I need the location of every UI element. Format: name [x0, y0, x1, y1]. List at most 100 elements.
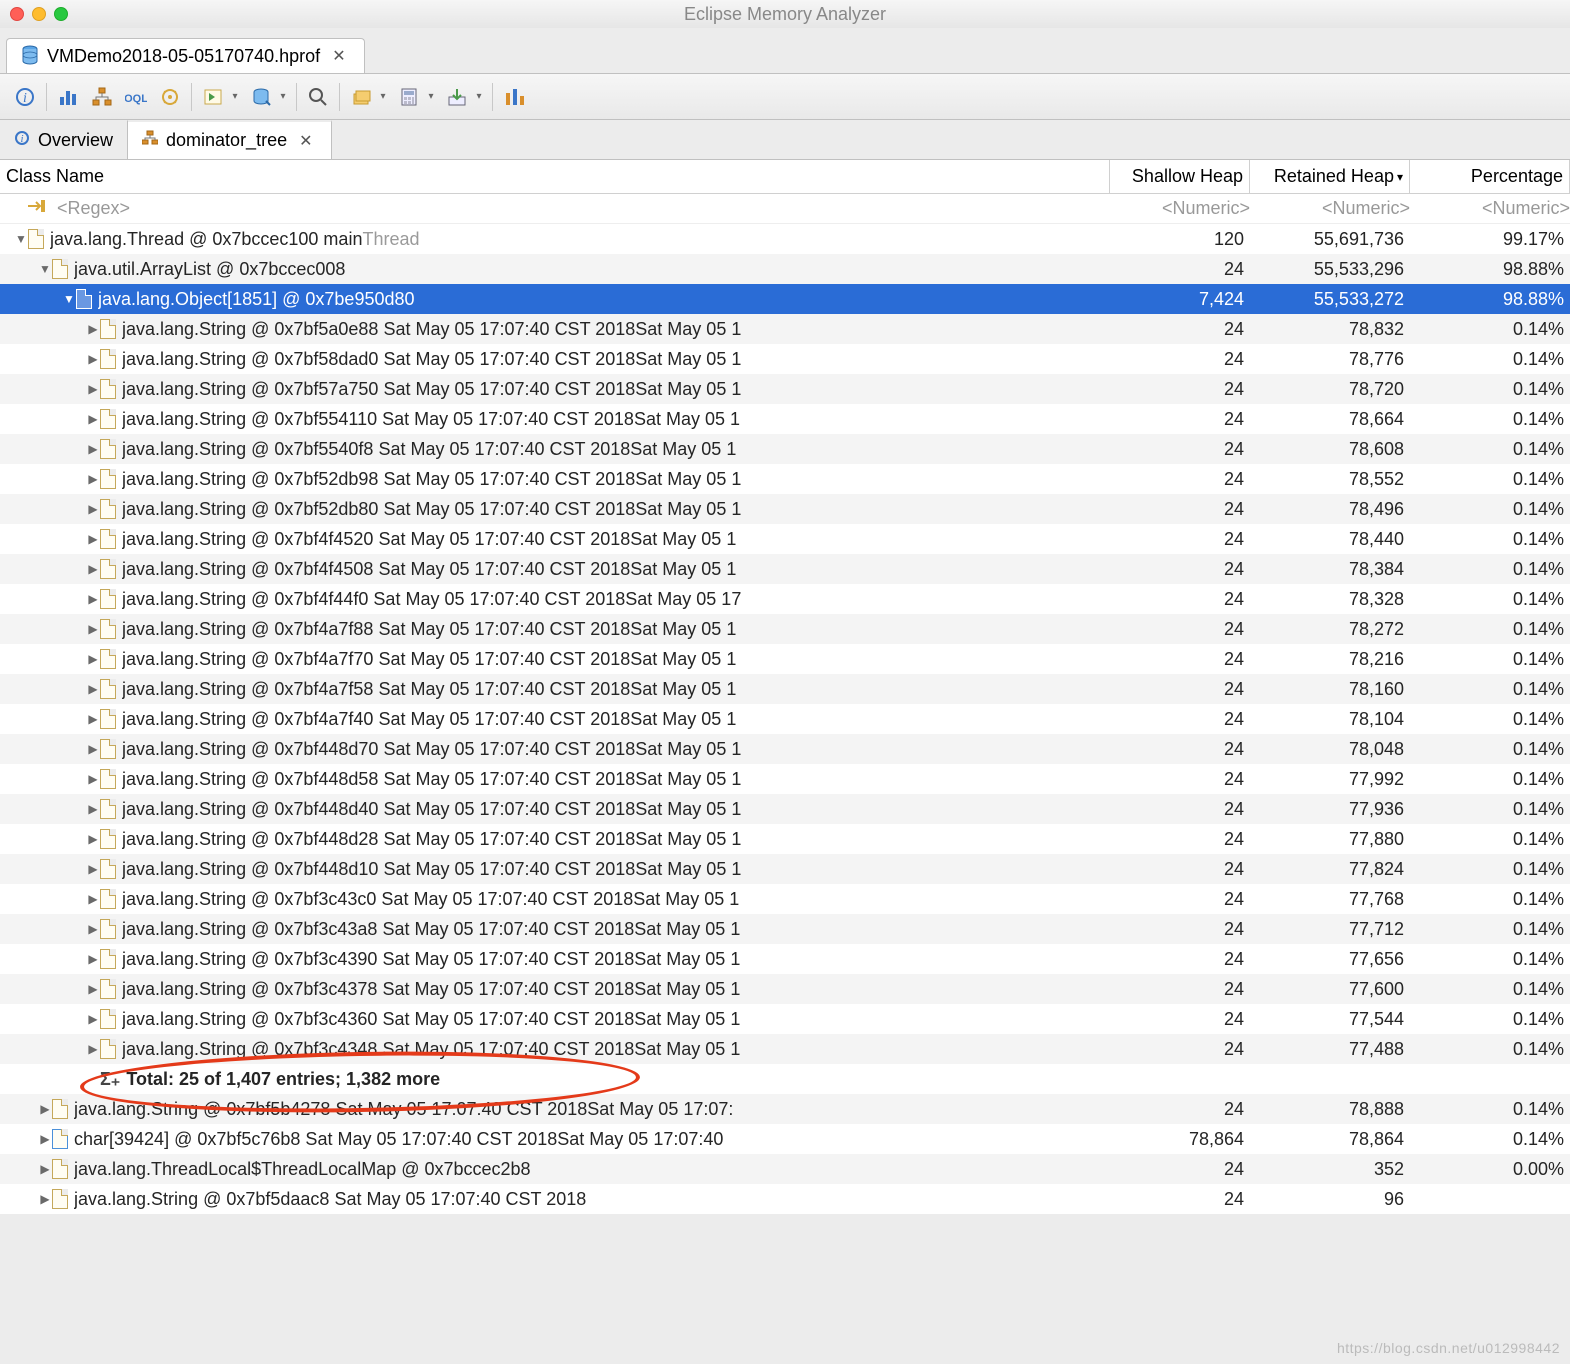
disclosure-icon[interactable]: ▶ [86, 652, 100, 666]
table-row[interactable]: ▼java.util.ArrayList @ 0x7bccec0082455,5… [0, 254, 1570, 284]
compare-icon[interactable] [497, 80, 531, 114]
table-row[interactable]: ▶java.lang.String @ 0x7bf448d58 Sat May … [0, 764, 1570, 794]
table-row[interactable]: ▶java.lang.String @ 0x7bf554110 Sat May … [0, 404, 1570, 434]
disclosure-icon[interactable]: ▶ [86, 382, 100, 396]
search-icon[interactable] [301, 80, 335, 114]
close-tab-icon[interactable]: ✕ [328, 46, 349, 66]
percent-cell: 98.88% [1410, 289, 1570, 310]
table-row[interactable]: ▶java.lang.String @ 0x7bf3c43a8 Sat May … [0, 914, 1570, 944]
disclosure-icon[interactable]: ▶ [86, 1012, 100, 1026]
table-row[interactable]: ▶java.lang.String @ 0x7bf5daac8 Sat May … [0, 1184, 1570, 1214]
disclosure-icon[interactable]: ▼ [14, 232, 28, 246]
thread-icon[interactable] [153, 80, 187, 114]
run-report-icon[interactable] [196, 80, 230, 114]
disclosure-icon[interactable]: ▶ [86, 802, 100, 816]
file-tab-hprof[interactable]: VMDemo2018-05-05170740.hprof ✕ [6, 38, 365, 73]
table-row[interactable]: ▼java.lang.Thread @ 0x7bccec100 main Thr… [0, 224, 1570, 254]
table-row[interactable]: ▶java.lang.String @ 0x7bf5b4278 Sat May … [0, 1094, 1570, 1124]
disclosure-icon[interactable]: ▶ [38, 1162, 52, 1176]
histogram-icon[interactable] [51, 80, 85, 114]
disclosure-icon[interactable]: ▶ [86, 922, 100, 936]
table-row[interactable]: ▶java.lang.String @ 0x7bf4f4520 Sat May … [0, 524, 1570, 554]
table-row[interactable]: ▶java.lang.String @ 0x7bf4a7f40 Sat May … [0, 704, 1570, 734]
disclosure-icon[interactable]: ▶ [86, 472, 100, 486]
disclosure-icon[interactable]: ▼ [62, 292, 76, 306]
folder-stack-icon[interactable] [344, 80, 378, 114]
run-report-dropdown[interactable]: ▾ [230, 91, 240, 102]
col-shallow-heap[interactable]: Shallow Heap [1110, 160, 1250, 193]
disclosure-icon[interactable]: ▶ [86, 622, 100, 636]
export-icon[interactable] [440, 80, 474, 114]
col-retained-heap[interactable]: Retained Heap▾ [1250, 160, 1410, 193]
table-row[interactable]: ▶java.lang.String @ 0x7bf4a7f58 Sat May … [0, 674, 1570, 704]
table-row[interactable]: ▶java.lang.String @ 0x7bf3c4348 Sat May … [0, 1034, 1570, 1064]
table-row[interactable]: ▶java.lang.String @ 0x7bf4a7f88 Sat May … [0, 614, 1570, 644]
retained-cell: 78,720 [1250, 379, 1410, 400]
disclosure-icon[interactable]: ▶ [86, 502, 100, 516]
disclosure-icon[interactable]: ▼ [38, 262, 52, 276]
calc-dropdown[interactable]: ▾ [426, 91, 436, 102]
disclosure-icon[interactable]: ▶ [38, 1192, 52, 1206]
tab-overview[interactable]: i Overview [0, 120, 128, 159]
table-row[interactable]: ▶java.lang.String @ 0x7bf3c4378 Sat May … [0, 974, 1570, 1004]
disclosure-icon[interactable]: ▶ [86, 352, 100, 366]
retained-cell: 77,880 [1250, 829, 1410, 850]
filter-row[interactable]: <Regex> <Numeric> <Numeric> <Numeric> [0, 194, 1570, 224]
table-row[interactable]: ▶java.lang.String @ 0x7bf3c4390 Sat May … [0, 944, 1570, 974]
table-row[interactable]: ▶java.lang.String @ 0x7bf57a750 Sat May … [0, 374, 1570, 404]
disclosure-icon[interactable]: ▶ [86, 772, 100, 786]
table-row[interactable]: ▼java.lang.Object[1851] @ 0x7be950d807,4… [0, 284, 1570, 314]
disclosure-icon[interactable]: ▶ [86, 532, 100, 546]
disclosure-icon[interactable]: ▶ [86, 952, 100, 966]
disclosure-icon[interactable]: ▶ [38, 1132, 52, 1146]
col-class-name[interactable]: Class Name [0, 160, 1110, 193]
table-row[interactable]: ▶java.lang.String @ 0x7bf5a0e88 Sat May … [0, 314, 1570, 344]
disclosure-icon[interactable]: ▶ [86, 982, 100, 996]
disclosure-icon[interactable]: ▶ [86, 592, 100, 606]
tab-dominator-tree[interactable]: dominator_tree ✕ [128, 120, 331, 159]
table-row[interactable]: ▶java.lang.String @ 0x7bf52db98 Sat May … [0, 464, 1570, 494]
table-row[interactable]: ▶java.lang.ThreadLocal$ThreadLocalMap @ … [0, 1154, 1570, 1184]
table-row[interactable]: ▶java.lang.String @ 0x7bf3c4360 Sat May … [0, 1004, 1570, 1034]
table-row[interactable]: ▶ java.lang.String @ 0x7bf3c43c0 Sat May … [0, 884, 1570, 914]
table-row[interactable]: ▶java.lang.String @ 0x7bf4a7f70 Sat May … [0, 644, 1570, 674]
table-row[interactable]: ▶java.lang.String @ 0x7bf5540f8 Sat May … [0, 434, 1570, 464]
minimize-window-button[interactable] [32, 7, 46, 21]
close-tab-icon[interactable]: ✕ [295, 131, 316, 151]
table-row[interactable]: ▶java.lang.String @ 0x7bf4f4508 Sat May … [0, 554, 1570, 584]
disclosure-icon[interactable]: ▶ [86, 712, 100, 726]
disclosure-icon[interactable]: ▶ [86, 832, 100, 846]
total-row[interactable]: Σ₊Total: 25 of 1,407 entries; 1,382 more [0, 1064, 1570, 1094]
table-row[interactable]: ▶java.lang.String @ 0x7bf448d70 Sat May … [0, 734, 1570, 764]
disclosure-icon[interactable]: ▶ [86, 412, 100, 426]
query-db-icon[interactable] [244, 80, 278, 114]
table-row[interactable]: ▶java.lang.String @ 0x7bf4f44f0 Sat May … [0, 584, 1570, 614]
table-row[interactable]: ▶java.lang.String @ 0x7bf448d40 Sat May … [0, 794, 1570, 824]
folder-dropdown[interactable]: ▾ [378, 91, 388, 102]
disclosure-icon[interactable]: ▶ [38, 1102, 52, 1116]
table-row[interactable]: ▶java.lang.String @ 0x7bf58dad0 Sat May … [0, 344, 1570, 374]
table-row[interactable]: ▶char[39424] @ 0x7bf5c76b8 Sat May 05 17… [0, 1124, 1570, 1154]
maximize-window-button[interactable] [54, 7, 68, 21]
col-percentage[interactable]: Percentage [1410, 160, 1570, 193]
disclosure-icon[interactable]: ▶ [86, 682, 100, 696]
disclosure-icon[interactable]: ▶ [86, 892, 100, 906]
disclosure-icon[interactable]: ▶ [86, 742, 100, 756]
disclosure-icon[interactable]: ▶ [86, 322, 100, 336]
disclosure-icon[interactable]: ▶ [86, 1042, 100, 1056]
disclosure-icon[interactable]: ▶ [86, 862, 100, 876]
query-db-dropdown[interactable]: ▾ [278, 91, 288, 102]
retained-cell: 78,888 [1250, 1099, 1410, 1120]
table-row[interactable]: ▶java.lang.String @ 0x7bf52db80 Sat May … [0, 494, 1570, 524]
table-row[interactable]: ▶java.lang.String @ 0x7bf448d10 Sat May … [0, 854, 1570, 884]
row-label: java.lang.String @ 0x7bf3c43c0 Sat May 0… [122, 889, 739, 910]
oql-icon[interactable]: OQL [119, 80, 153, 114]
table-row[interactable]: ▶java.lang.String @ 0x7bf448d28 Sat May … [0, 824, 1570, 854]
close-window-button[interactable] [10, 7, 24, 21]
dominator-tree-icon[interactable] [85, 80, 119, 114]
disclosure-icon[interactable]: ▶ [86, 562, 100, 576]
calculator-icon[interactable] [392, 80, 426, 114]
info-icon[interactable]: i [8, 80, 42, 114]
disclosure-icon[interactable]: ▶ [86, 442, 100, 456]
export-dropdown[interactable]: ▾ [474, 91, 484, 102]
